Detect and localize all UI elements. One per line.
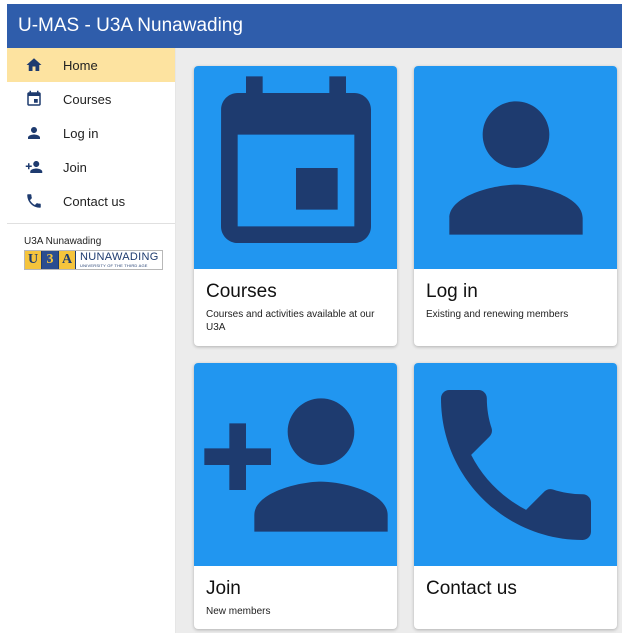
card-description: New members [206, 606, 271, 617]
person-icon [24, 123, 44, 143]
app-bar: U-MAS - U3A Nunawading [7, 4, 622, 48]
sidebar-item-label: Courses [63, 91, 112, 107]
sidebar-item-label: Contact us [63, 193, 126, 209]
card-courses[interactable]: Courses Courses and activities available… [194, 66, 397, 346]
sidebar-item-contact-us[interactable]: Contact us [7, 184, 175, 218]
logo-letter: 3 [42, 251, 59, 269]
logo-wordmark: NUNAWADING UNIVERSITY OF THE THIRD AGE [76, 251, 159, 269]
card-contact-us[interactable]: Contact us [414, 363, 617, 629]
logo-sub-text: UNIVERSITY OF THE THIRD AGE [80, 263, 148, 268]
sidebar: Home Courses Log in Join Contact us U3A … [7, 48, 176, 633]
sidebar-item-label: Join [63, 159, 87, 175]
sidebar-item-courses[interactable]: Courses [7, 82, 175, 116]
card-image [194, 66, 397, 269]
u3a-logo: U 3 A NUNAWADING UNIVERSITY OF THE THIRD… [24, 250, 163, 270]
card-log-in[interactable]: Log in Existing and renewing members [414, 66, 617, 346]
calendar-icon [24, 89, 44, 109]
card-title: Log in [426, 281, 478, 302]
sidebar-item-join[interactable]: Join [7, 150, 175, 184]
main-content: Courses Courses and activities available… [176, 48, 622, 633]
logo-main-text: NUNAWADING [80, 251, 159, 263]
calendar-icon [220, 75, 371, 243]
sidebar-item-label: Home [63, 57, 98, 73]
logo-letter: A [59, 251, 76, 269]
card-title: Contact us [426, 578, 517, 599]
card-title: Join [206, 578, 241, 599]
sidebar-item-label: Log in [63, 125, 99, 141]
person-add-icon [203, 397, 388, 532]
org-name: U3A Nunawading [24, 236, 102, 247]
sidebar-item-home[interactable]: Home [7, 48, 175, 82]
person-add-icon [24, 157, 44, 177]
card-image [414, 363, 617, 566]
card-description: Existing and renewing members [426, 309, 569, 320]
card-description: Courses and activities available at our … [206, 309, 375, 333]
card-join[interactable]: Join New members [194, 363, 397, 629]
logo-letter: U [25, 251, 42, 269]
person-icon [448, 100, 583, 235]
home-icon [24, 55, 44, 75]
sidebar-item-log-in[interactable]: Log in [7, 116, 175, 150]
card-image [414, 66, 617, 269]
phone-icon [440, 389, 591, 540]
logo-letters: U 3 A [25, 251, 76, 269]
app-title: U-MAS - U3A Nunawading [18, 15, 243, 36]
card-image [194, 363, 397, 566]
card-title: Courses [206, 281, 277, 302]
phone-icon [24, 191, 44, 211]
